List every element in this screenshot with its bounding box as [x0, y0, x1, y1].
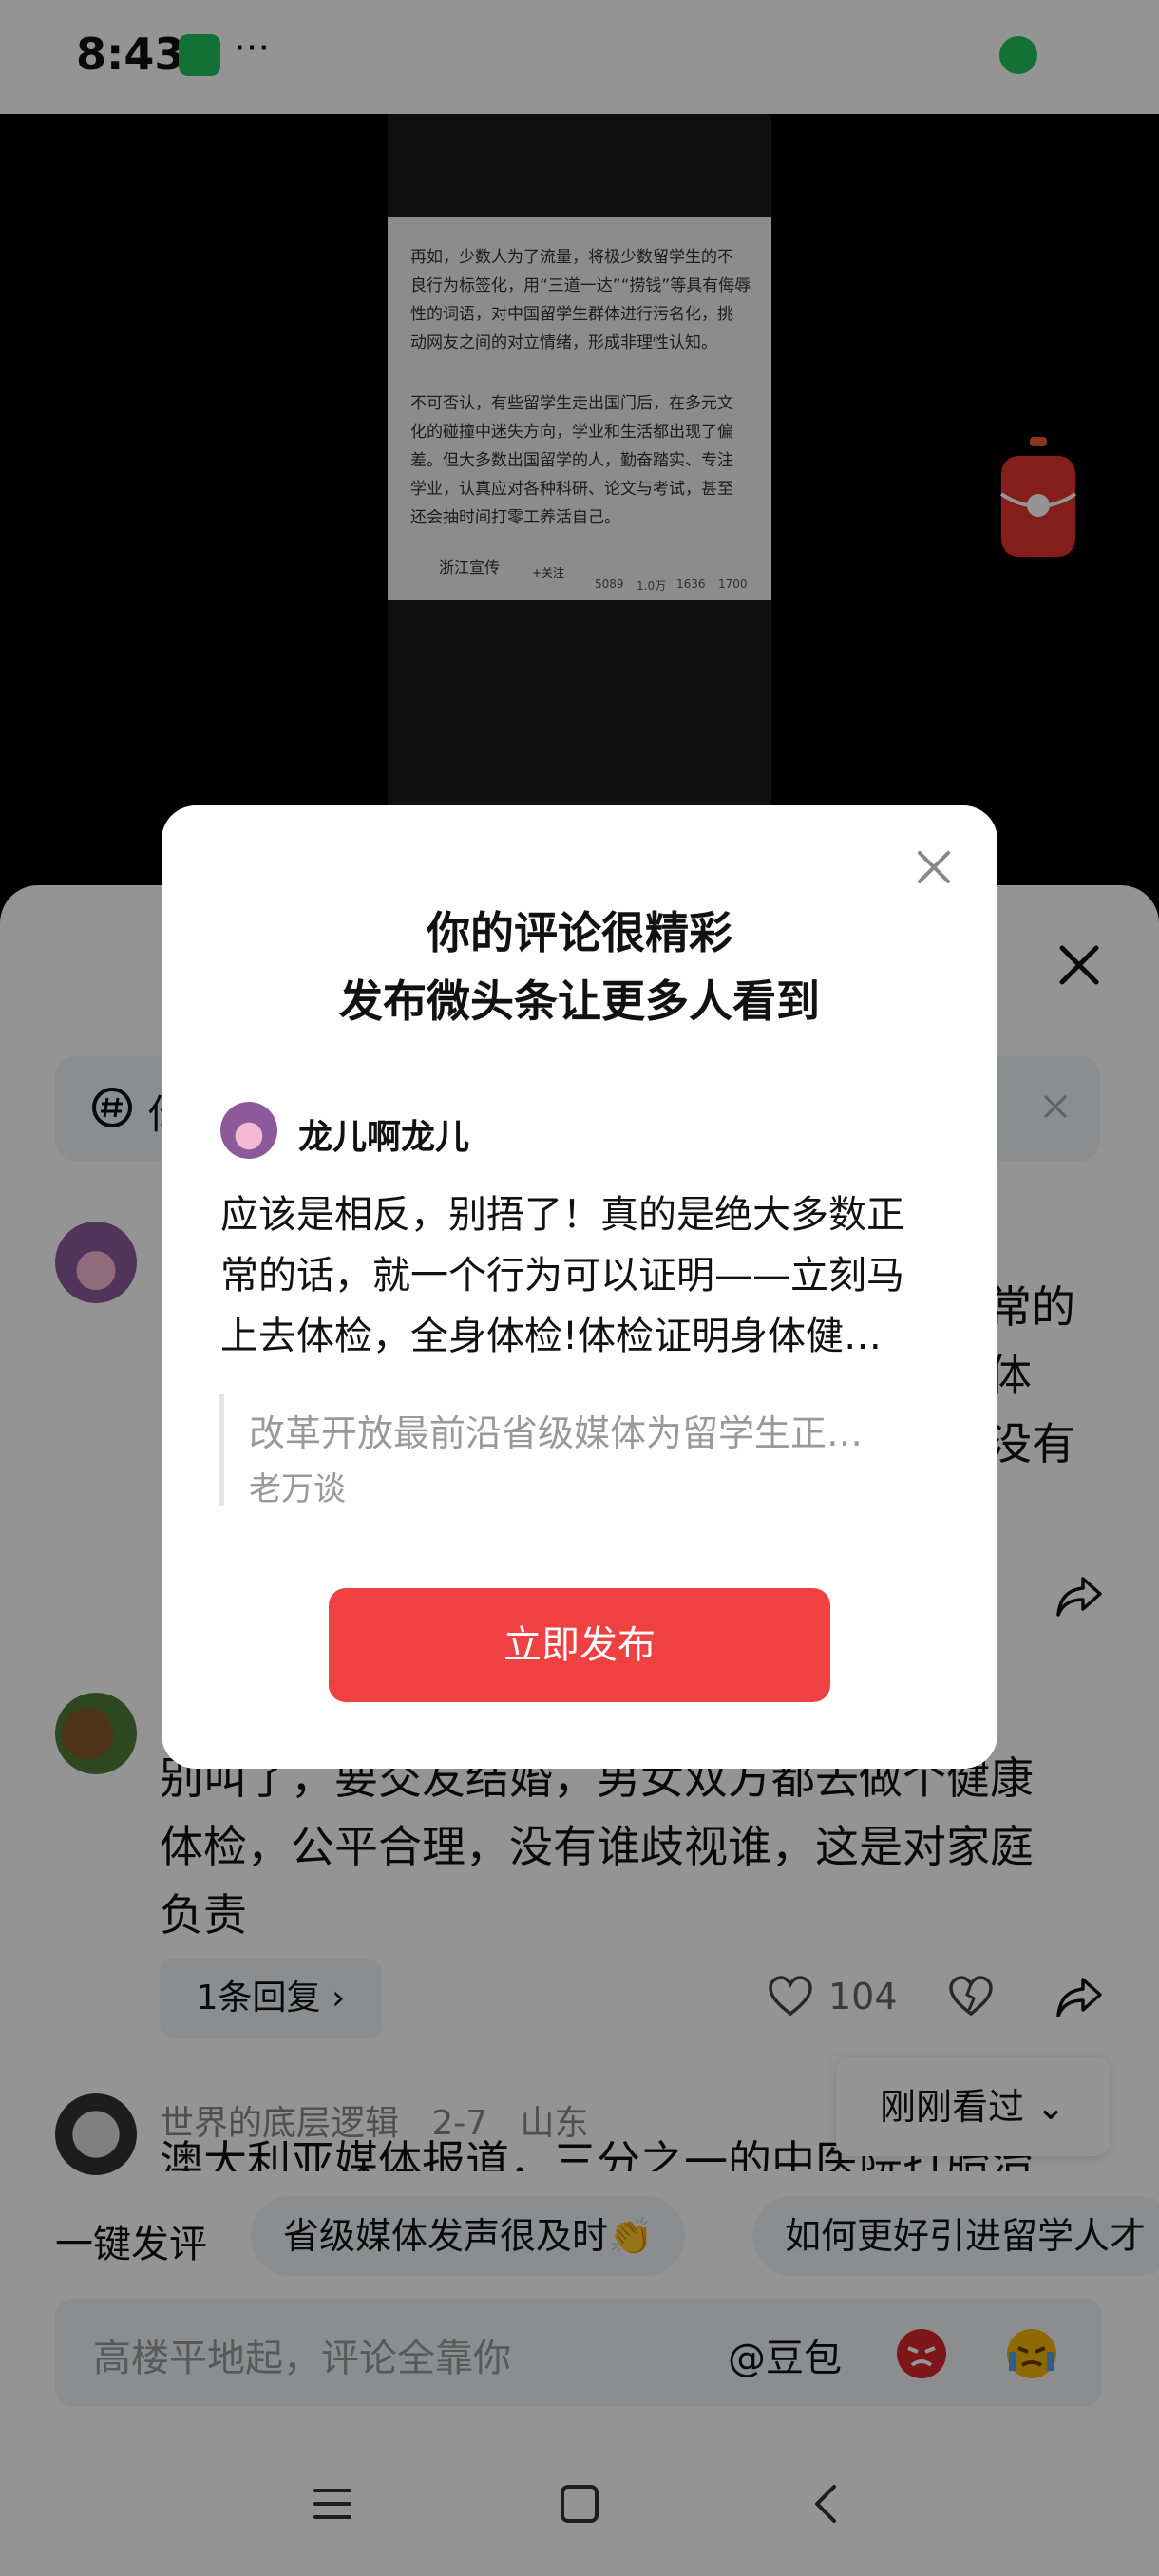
- comment-preview-line: 上去体检，全身体检!体检证明身体健…: [220, 1315, 883, 1358]
- comment-preview-line: 应该是相反，别捂了！真的是绝大多数正: [220, 1193, 904, 1237]
- quoted-article-title: 改革开放最前沿省级媒体为留学生正…: [249, 1412, 864, 1454]
- close-icon[interactable]: [910, 843, 958, 891]
- publish-button[interactable]: 立即发布: [329, 1588, 830, 1702]
- dialog-subtitle: 发布微头条让更多人看到: [339, 975, 820, 1027]
- username: 龙儿啊龙儿: [298, 1118, 470, 1157]
- dialog-title: 你的评论很精彩: [427, 907, 732, 958]
- quote-divider: [218, 1394, 224, 1506]
- comment-preview-line: 常的话，就一个行为可以证明——立刻马: [220, 1254, 904, 1297]
- avatar: [220, 1102, 277, 1159]
- quoted-article-source: 老万谈: [249, 1470, 346, 1508]
